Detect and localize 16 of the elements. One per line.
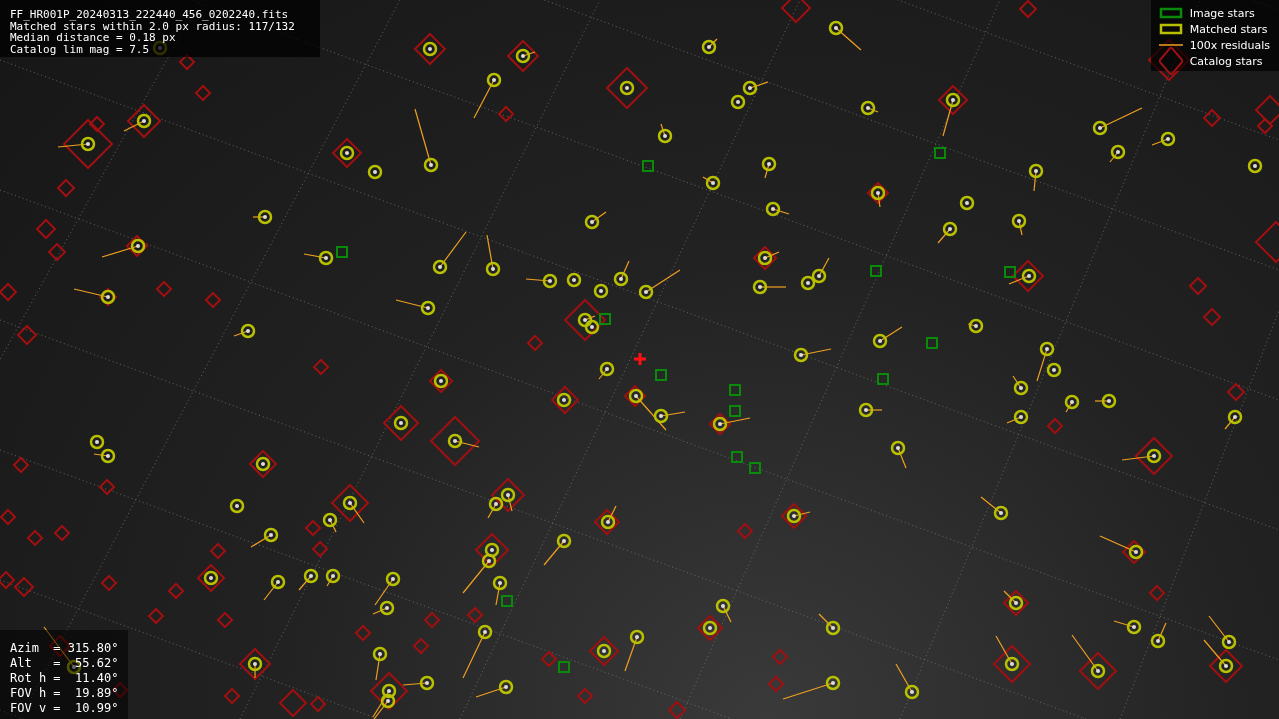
pointing-text: Azim = 315.80° — [10, 641, 119, 656]
legend-label: Matched stars — [1189, 22, 1268, 36]
legend-label: Image stars — [1189, 6, 1255, 20]
info-text: FF_HR001P_20240313_222440_456_0202240.fits — [10, 9, 290, 21]
matched-swatch-icon — [1158, 23, 1183, 35]
info-text: Catalog lim mag = 7.5 — [10, 43, 151, 55]
info-text: Matched stars within 2.0 px radius: 117/132 — [10, 20, 296, 32]
pointing-text: Rot h = 11.40° — [10, 671, 119, 686]
catalog-swatch-icon — [1158, 47, 1183, 75]
legend-label: 100x residuals — [1189, 38, 1270, 52]
image-swatch-icon — [1158, 7, 1183, 19]
info-text: Median distance = 0.18 px — [10, 32, 176, 44]
pointing-text: FOV h = 19.89° — [10, 686, 119, 701]
pointing-text: FOV v = 10.99° — [10, 701, 119, 716]
pointing-text: Alt = 55.62° — [10, 656, 119, 671]
legend-label: Catalog stars — [1189, 54, 1263, 68]
